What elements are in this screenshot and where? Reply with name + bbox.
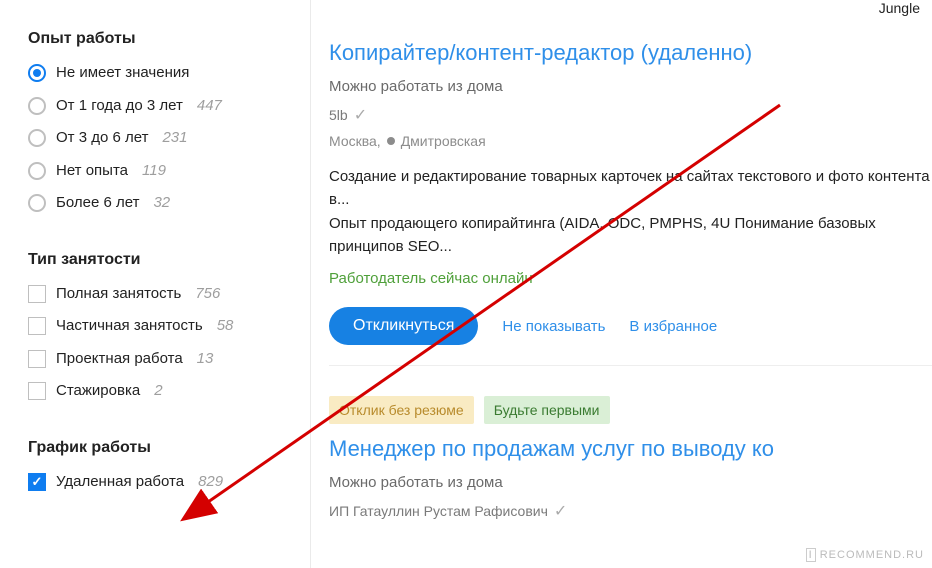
tag-no-resume: Отклик без резюме [329, 396, 474, 424]
job-description: Создание и редактирование товарных карто… [329, 165, 932, 258]
job-card: Отклик без резюме Будьте первыми Менедже… [329, 366, 932, 549]
filter-section-experience: Опыт работы Не имеет значения От 1 года … [28, 30, 290, 215]
tag-be-first: Будьте первыми [484, 396, 610, 424]
checkbox-icon [28, 285, 46, 303]
filter-heading-schedule: График работы [28, 439, 290, 457]
option-count: 756 [195, 283, 220, 306]
job-location: Москва, Дмитровская [329, 133, 932, 149]
metro-dot-icon [387, 137, 395, 145]
radio-icon [28, 64, 46, 82]
option-count: 32 [153, 192, 170, 215]
checkbox-icon [28, 350, 46, 368]
watermark-text: RECOMMEND.RU [820, 549, 924, 561]
radio-icon [28, 97, 46, 115]
radio-icon [28, 162, 46, 180]
radio-option-none[interactable]: Нет опыта 119 [28, 160, 290, 183]
filter-heading-employment: Тип занятости [28, 251, 290, 269]
apply-button[interactable]: Откликнуться [329, 307, 478, 345]
option-label: Не имеет значения [56, 62, 189, 85]
verified-icon: ✓ [354, 105, 367, 125]
company-name: 5lb [329, 107, 348, 123]
company-logo-text: Jungle [879, 0, 920, 16]
job-tags: Отклик без резюме Будьте первыми [329, 396, 932, 424]
option-count: 13 [197, 348, 214, 371]
radio-option-no-matter[interactable]: Не имеет значения [28, 62, 290, 85]
radio-icon [28, 194, 46, 212]
location-city: Москва, [329, 133, 381, 149]
job-actions: Откликнуться Не показывать В избранное [329, 307, 932, 345]
option-count: 231 [162, 127, 187, 150]
checkbox-option-remote[interactable]: Удаленная работа 829 [28, 471, 290, 494]
watermark: I RECOMMEND.RU [806, 548, 924, 562]
job-title-link[interactable]: Копирайтер/контент-редактор (удаленно) [329, 40, 752, 66]
option-label: Стажировка [56, 380, 140, 403]
filter-section-schedule: График работы Удаленная работа 829 [28, 439, 290, 494]
company-name: ИП Гатауллин Рустам Рафисович [329, 503, 548, 519]
option-label: Удаленная работа [56, 471, 184, 494]
checkbox-option-parttime[interactable]: Частичная занятость 58 [28, 315, 290, 338]
job-subtitle: Можно работать из дома [329, 474, 932, 491]
option-label: Более 6 лет [56, 192, 139, 215]
checkbox-icon [28, 473, 46, 491]
radio-option-1-3[interactable]: От 1 года до 3 лет 447 [28, 95, 290, 118]
job-card: Копирайтер/контент-редактор (удаленно) М… [329, 0, 932, 366]
radio-icon [28, 129, 46, 147]
watermark-badge: I [806, 548, 816, 562]
option-label: От 3 до 6 лет [56, 127, 148, 150]
radio-option-6plus[interactable]: Более 6 лет 32 [28, 192, 290, 215]
option-label: От 1 года до 3 лет [56, 95, 183, 118]
filter-sidebar: Опыт работы Не имеет значения От 1 года … [0, 0, 310, 568]
job-title-link[interactable]: Менеджер по продажам услуг по выводу ко [329, 436, 774, 462]
checkbox-icon [28, 382, 46, 400]
hide-link[interactable]: Не показывать [502, 318, 605, 335]
filter-section-employment: Тип занятости Полная занятость 756 Части… [28, 251, 290, 403]
employer-online-status: Работодатель сейчас онлайн [329, 270, 533, 287]
verified-icon: ✓ [554, 501, 567, 521]
location-metro: Дмитровская [401, 133, 486, 149]
option-count: 2 [154, 380, 162, 403]
checkbox-option-fulltime[interactable]: Полная занятость 756 [28, 283, 290, 306]
job-subtitle: Можно работать из дома [329, 78, 932, 95]
option-count: 119 [142, 160, 166, 183]
option-label: Частичная занятость [56, 315, 203, 338]
option-label: Полная занятость [56, 283, 181, 306]
option-label: Проектная работа [56, 348, 183, 371]
checkbox-icon [28, 317, 46, 335]
radio-option-3-6[interactable]: От 3 до 6 лет 231 [28, 127, 290, 150]
favorite-link[interactable]: В избранное [629, 318, 717, 335]
option-count: 829 [198, 471, 223, 494]
option-count: 58 [217, 315, 234, 338]
option-count: 447 [197, 95, 222, 118]
checkbox-option-project[interactable]: Проектная работа 13 [28, 348, 290, 371]
option-label: Нет опыта [56, 160, 128, 183]
checkbox-option-intern[interactable]: Стажировка 2 [28, 380, 290, 403]
job-company: 5lb ✓ [329, 105, 932, 125]
results-list: Jungle Копирайтер/контент-редактор (удал… [310, 0, 932, 568]
filter-heading-experience: Опыт работы [28, 30, 290, 48]
job-company: ИП Гатауллин Рустам Рафисович ✓ [329, 501, 932, 521]
